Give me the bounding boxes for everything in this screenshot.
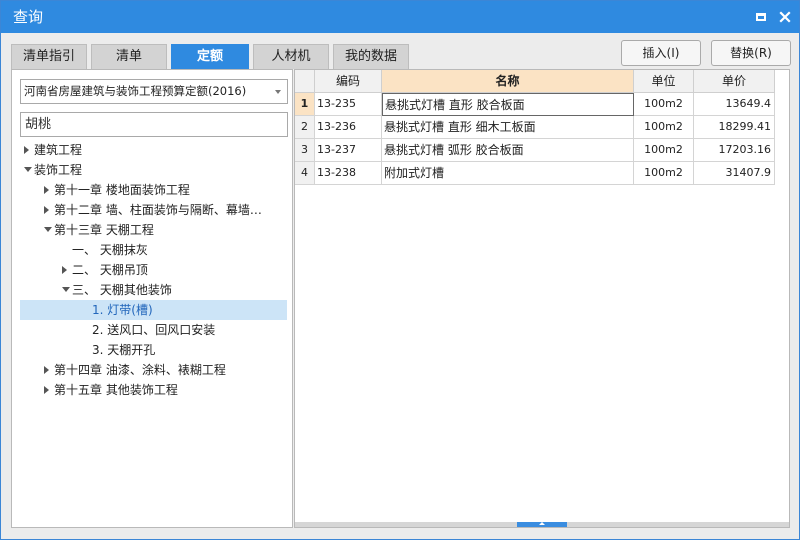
tree-node-label: 3. 天棚开孔 [92, 343, 156, 357]
tree-node[interactable]: 第十四章 油漆、涂料、裱糊工程 [20, 360, 287, 380]
row-number: 2 [295, 116, 315, 139]
quota-table: 编码 名称 单位 单价 1 13-235 悬挑式灯槽 直形 胶合板面 100m2 13649.4… [294, 69, 790, 528]
query-dialog: 查询 清单指引 清单 定额 人材机 我的数据 插入(I) 替换(R) 河南省房屋… [0, 0, 800, 540]
collapsed-arrow-icon[interactable] [24, 146, 29, 154]
cell-price[interactable]: 13649.4 [694, 93, 775, 116]
expanded-arrow-icon[interactable] [44, 227, 52, 232]
tree-node-label: 第十一章 楼地面装饰工程 [54, 183, 190, 197]
replace-button[interactable]: 替换(R) [711, 40, 791, 66]
tree-node-label: 第十四章 油漆、涂料、裱糊工程 [54, 363, 226, 377]
tree-node-label: 1. 灯带(槽) [92, 303, 153, 317]
tree-node-label: 第十五章 其他装饰工程 [54, 383, 178, 397]
title-bar[interactable]: 查询 [1, 1, 799, 33]
cell-price[interactable]: 18299.41 [694, 116, 775, 139]
insert-button[interactable]: 插入(I) [621, 40, 701, 66]
close-icon[interactable] [778, 10, 792, 24]
cell-code[interactable]: 13-237 [315, 139, 382, 162]
cell-name[interactable]: 悬挑式灯槽 直形 细木工板面 [382, 116, 634, 139]
tree-node-label: 第十二章 墙、柱面装饰与隔断、幕墙… [54, 203, 262, 217]
cell-unit[interactable]: 100m2 [634, 93, 694, 116]
column-header-name[interactable]: 名称 [382, 70, 634, 93]
tree-node-label: 二、 天棚吊顶 [72, 263, 148, 277]
cell-name[interactable]: 悬挑式灯槽 弧形 胶合板面 [382, 139, 634, 162]
column-header-price[interactable]: 单价 [694, 70, 775, 93]
tree-node[interactable]: 第十二章 墙、柱面装饰与隔断、幕墙… [20, 200, 287, 220]
tree-node-label: 2. 送风口、回风口安装 [92, 323, 216, 337]
tree-node[interactable]: 第十一章 楼地面装饰工程 [20, 180, 287, 200]
cell-code[interactable]: 13-236 [315, 116, 382, 139]
collapsed-arrow-icon[interactable] [44, 366, 49, 374]
tree-node[interactable]: 二、 天棚吊顶 [20, 260, 287, 280]
tree-node-label: 一、 天棚抹灰 [72, 243, 148, 257]
tree-node[interactable]: 三、 天棚其他装饰 [20, 280, 287, 300]
search-input[interactable]: 胡桃 [20, 112, 288, 137]
row-number-header [295, 70, 315, 93]
cell-name[interactable]: 附加式灯槽 [382, 162, 634, 185]
splitter-grip-icon[interactable] [517, 522, 567, 527]
collapsed-arrow-icon[interactable] [44, 186, 49, 194]
tree-node-label: 建筑工程 [34, 143, 83, 157]
tree-node[interactable]: 第十三章 天棚工程 [20, 220, 287, 240]
cell-code[interactable]: 13-235 [315, 93, 382, 116]
tree-node[interactable]: 装饰工程 [20, 160, 287, 180]
tree-node-label: 第十三章 天棚工程 [54, 223, 154, 237]
collapsed-arrow-icon[interactable] [44, 206, 49, 214]
tree-node[interactable]: 第十五章 其他装饰工程 [20, 380, 287, 400]
tab-labor-material[interactable]: 人材机 [253, 44, 329, 69]
chevron-down-icon [275, 90, 281, 94]
cell-unit[interactable]: 100m2 [634, 139, 694, 162]
tree-node[interactable]: 3. 天棚开孔 [20, 340, 287, 360]
tree-node[interactable]: 建筑工程 [20, 140, 287, 160]
row-number: 4 [295, 162, 315, 185]
row-number: 3 [295, 139, 315, 162]
cell-price[interactable]: 31407.9 [694, 162, 775, 185]
expanded-arrow-icon[interactable] [62, 287, 70, 292]
tree-node-label: 装饰工程 [34, 163, 83, 177]
tab-my-data[interactable]: 我的数据 [333, 44, 409, 69]
tree-node[interactable]: 1. 灯带(槽) [20, 300, 287, 320]
collapsed-arrow-icon[interactable] [44, 386, 49, 394]
cell-name[interactable]: 悬挑式灯槽 直形 胶合板面 [382, 93, 634, 116]
library-select[interactable]: 河南省房屋建筑与装饰工程预算定额(2016) [20, 79, 288, 104]
window-title: 查询 [13, 8, 44, 26]
column-header-code[interactable]: 编码 [315, 70, 382, 93]
cell-code[interactable]: 13-238 [315, 162, 382, 185]
library-select-value: 河南省房屋建筑与装饰工程预算定额(2016) [24, 84, 247, 98]
cell-price[interactable]: 17203.16 [694, 139, 775, 162]
tree-node[interactable]: 一、 天棚抹灰 [20, 240, 287, 260]
tree-node[interactable]: 2. 送风口、回风口安装 [20, 320, 287, 340]
tab-bill-guide[interactable]: 清单指引 [11, 44, 87, 69]
expanded-arrow-icon[interactable] [24, 167, 32, 172]
tab-bill[interactable]: 清单 [91, 44, 167, 69]
collapsed-arrow-icon[interactable] [62, 266, 67, 274]
tab-quota[interactable]: 定额 [171, 44, 249, 69]
maximize-icon[interactable] [754, 10, 768, 24]
column-header-unit[interactable]: 单位 [634, 70, 694, 93]
cell-unit[interactable]: 100m2 [634, 116, 694, 139]
row-number: 1 [295, 93, 315, 116]
tree-panel: 河南省房屋建筑与装饰工程预算定额(2016) 胡桃 建筑工程装饰工程第十一章 楼… [11, 69, 293, 528]
tree-node-label: 三、 天棚其他装饰 [72, 283, 172, 297]
cell-unit[interactable]: 100m2 [634, 162, 694, 185]
